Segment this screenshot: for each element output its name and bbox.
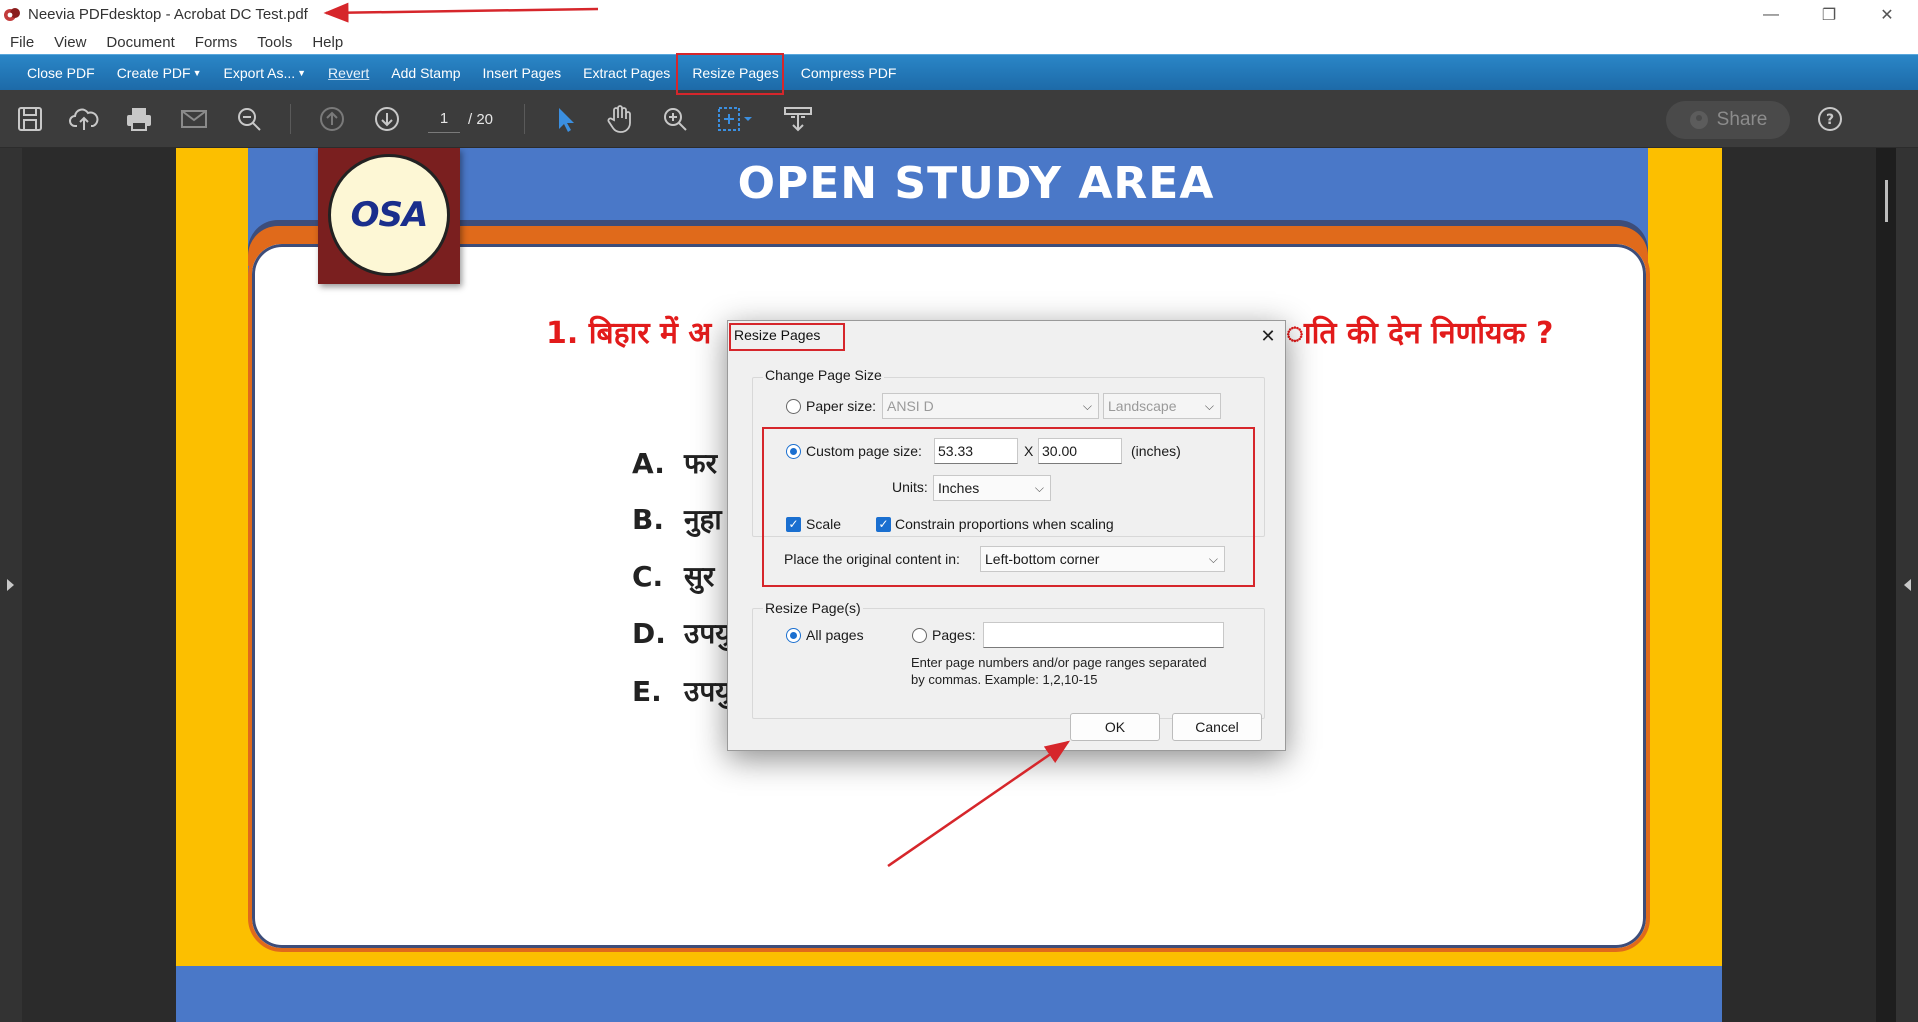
annotation-arrow <box>323 2 599 23</box>
annotation-arrows <box>323 2 1071 868</box>
annotation-arrow <box>887 740 1071 868</box>
